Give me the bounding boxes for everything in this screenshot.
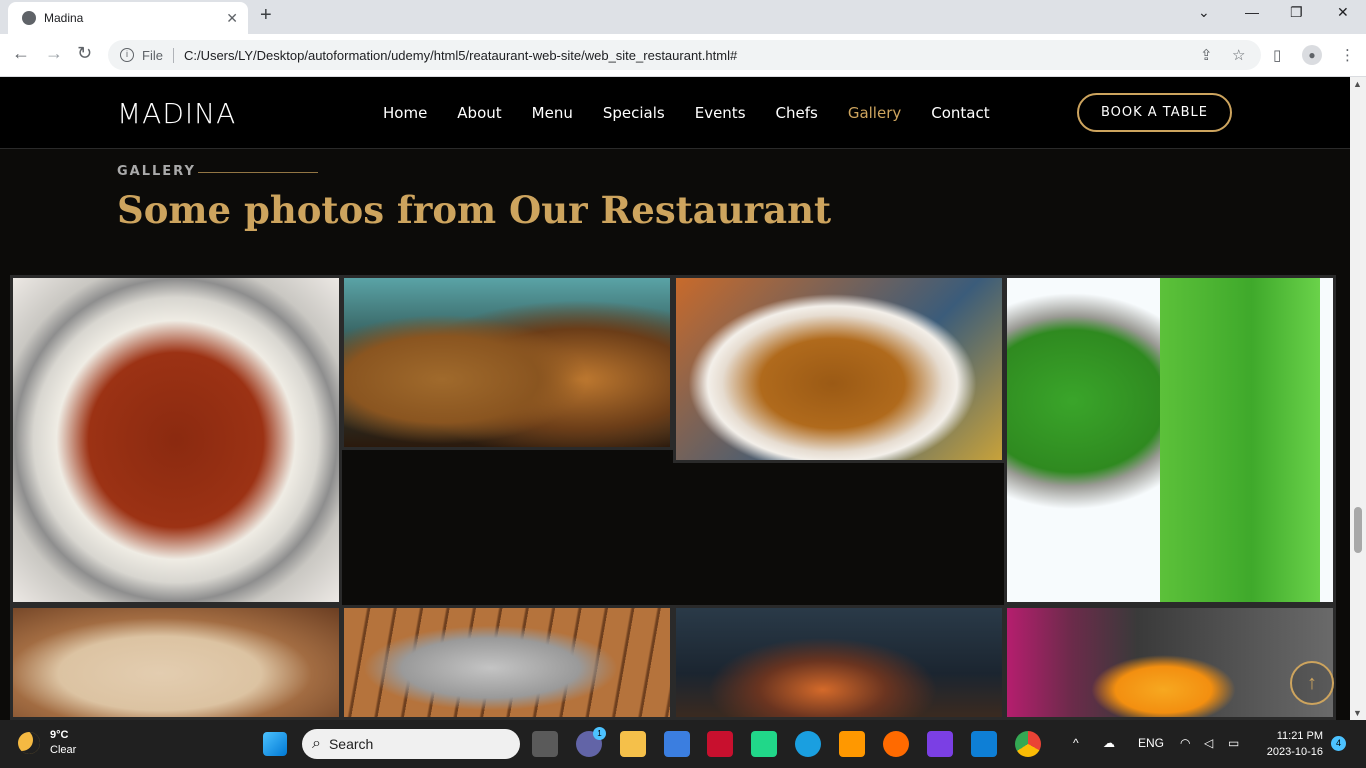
tray-overflow-icon[interactable]: ^ — [1073, 736, 1079, 750]
nav-contact[interactable]: Contact — [931, 104, 989, 122]
taskbar: 9°C Clear ⌕ Search 1 ^ ☁ ENG ◠ ◁ ▭ 11:21… — [0, 720, 1366, 768]
minimize-button[interactable]: — — [1245, 4, 1259, 20]
clock-time: 11:21 PM — [1276, 730, 1323, 742]
wifi-icon[interactable]: ◠ — [1180, 736, 1190, 750]
side-panel-icon[interactable]: ▯ — [1273, 46, 1281, 64]
url-text: C:/Users/LY/Desktop/autoformation/udemy/… — [183, 47, 738, 63]
volume-icon[interactable]: ◁ — [1204, 736, 1213, 750]
gallery-image-okra-soup[interactable] — [673, 275, 1005, 463]
vscode-icon[interactable] — [971, 731, 997, 757]
battery-icon[interactable]: ▭ — [1228, 736, 1239, 750]
forward-icon[interactable]: → — [45, 43, 63, 64]
profile-avatar-icon[interactable]: ● — [1302, 45, 1322, 65]
tab-search-icon[interactable]: ⌄ — [1198, 4, 1210, 21]
gallery-image-rice-stew[interactable] — [10, 275, 342, 605]
weather-condition: Clear — [50, 744, 77, 756]
book-table-button[interactable]: BOOK A TABLE — [1077, 93, 1232, 132]
back-icon[interactable]: ← — [12, 43, 30, 64]
section-label: GALLERY — [117, 164, 196, 179]
close-tab-icon[interactable]: ✕ — [226, 10, 238, 27]
nav-specials[interactable]: Specials — [603, 104, 665, 122]
back-to-top-button[interactable]: ↑ — [1290, 661, 1334, 705]
section-divider — [198, 172, 318, 173]
scroll-down-icon[interactable]: ▼ — [1353, 708, 1362, 718]
search-placeholder: Search — [328, 736, 374, 752]
nav-events[interactable]: Events — [695, 104, 746, 122]
page-scrollbar[interactable]: ▲ ▼ — [1350, 77, 1366, 720]
nav-about[interactable]: About — [457, 104, 501, 122]
windows-start-icon[interactable] — [263, 732, 287, 756]
globe-icon — [22, 11, 36, 25]
tab-title: Madina — [44, 11, 84, 25]
pycharm-icon[interactable] — [751, 731, 777, 757]
scrollbar-thumb[interactable] — [1354, 507, 1362, 553]
url-field[interactable]: i File C:/Users/LY/Desktop/autoformation… — [108, 40, 1261, 70]
sublime-text-icon[interactable] — [839, 731, 865, 757]
taskbar-search[interactable]: ⌕ Search — [302, 729, 520, 759]
scroll-up-icon[interactable]: ▲ — [1353, 79, 1362, 89]
gallery-image-grilled-fish[interactable] — [341, 605, 673, 720]
edge-icon[interactable] — [795, 731, 821, 757]
site-header: MADINA Home About Menu Specials Events C… — [0, 77, 1350, 149]
browser-tab[interactable]: Madina ✕ — [8, 2, 248, 34]
microsoft-store-icon[interactable] — [664, 731, 690, 757]
onedrive-icon[interactable]: ☁ — [1103, 736, 1115, 750]
moon-icon — [18, 732, 40, 754]
nav-home[interactable]: Home — [383, 104, 427, 122]
system-clock[interactable]: 11:21 PM 2023-10-16 — [1258, 728, 1323, 760]
restore-button[interactable]: ❐ — [1290, 4, 1303, 21]
browser-tab-bar: Madina ✕ + ⌄ — ❐ ✕ — [0, 0, 1366, 34]
site-logo[interactable]: MADINA — [117, 97, 236, 130]
bookmark-star-icon[interactable]: ☆ — [1232, 46, 1245, 64]
nav-chefs[interactable]: Chefs — [776, 104, 818, 122]
gallery-image-creamy-drink[interactable] — [10, 605, 342, 720]
search-icon: ⌕ — [312, 735, 321, 752]
weather-widget[interactable]: 9°C Clear — [18, 728, 76, 758]
gallery-image-thieboudienne[interactable] — [341, 275, 673, 450]
nav-gallery[interactable]: Gallery — [848, 104, 901, 122]
file-explorer-icon[interactable] — [620, 731, 646, 757]
task-view-icon[interactable] — [532, 731, 558, 757]
new-tab-button[interactable]: + — [260, 4, 272, 27]
close-window-button[interactable]: ✕ — [1337, 4, 1349, 21]
section-title: Some photos from Our Restaurant — [117, 188, 832, 232]
share-icon[interactable]: ⇪ — [1200, 46, 1213, 64]
gallery-image-restaurant-interior[interactable] — [673, 605, 1005, 720]
reload-icon[interactable]: ↻ — [77, 43, 92, 64]
teams-badge: 1 — [593, 727, 606, 740]
mcafee-icon[interactable] — [707, 731, 733, 757]
info-icon[interactable]: i — [120, 48, 134, 62]
gallery-image-orange-juice[interactable] — [1004, 605, 1336, 720]
main-nav: Home About Menu Specials Events Chefs Ga… — [383, 104, 990, 122]
arrow-up-icon: ↑ — [1307, 671, 1317, 694]
clock-date: 2023-10-16 — [1266, 746, 1323, 758]
menu-kebab-icon[interactable]: ⋮ — [1340, 46, 1355, 64]
chrome-icon[interactable] — [1015, 731, 1041, 757]
firefox-icon[interactable] — [883, 731, 909, 757]
notification-badge[interactable]: 4 — [1331, 736, 1346, 751]
temperature: 9°C — [50, 729, 69, 741]
language-indicator[interactable]: ENG — [1138, 736, 1164, 750]
nav-menu[interactable]: Menu — [532, 104, 573, 122]
address-bar-row: ← → ↻ i File C:/Users/LY/Desktop/autofor… — [0, 34, 1366, 77]
teams-chat-icon[interactable]: 1 — [576, 727, 606, 757]
url-scheme: File — [142, 47, 174, 63]
gallery-image-green-juice[interactable] — [1004, 275, 1336, 605]
intellij-icon[interactable] — [927, 731, 953, 757]
